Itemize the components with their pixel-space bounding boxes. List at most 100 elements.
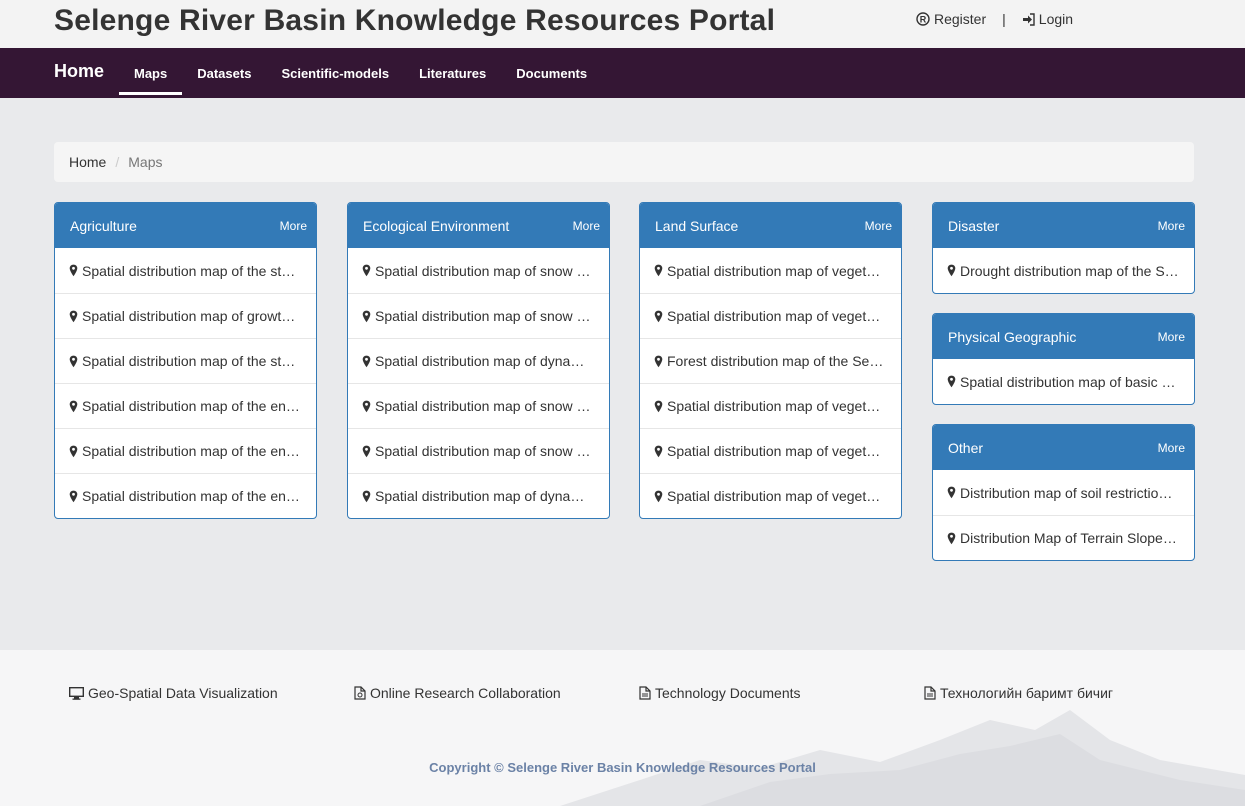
map-list-item[interactable]: Spatial distribution map of basic … — [933, 359, 1194, 404]
map-list-item[interactable]: Distribution map of soil restrictio… — [933, 470, 1194, 515]
nav-item-literatures[interactable]: Literatures — [404, 48, 501, 98]
map-list-item[interactable]: Spatial distribution map of the st… — [55, 248, 316, 293]
more-link[interactable]: More — [1158, 330, 1185, 344]
login-label: Login — [1038, 11, 1074, 27]
panel-list: Spatial distribution map of veget… Spatia… — [640, 248, 901, 518]
map-list-item[interactable]: Drought distribution map of the S… — [933, 248, 1194, 293]
map-marker-icon — [947, 532, 956, 545]
map-list-item[interactable]: Spatial distribution map of dyna… — [348, 473, 609, 518]
footer: Geo-Spatial Data Visualization Online Re… — [0, 650, 1245, 806]
breadcrumb-home[interactable]: Home — [69, 154, 106, 170]
map-list-item[interactable]: Spatial distribution map of the en… — [55, 473, 316, 518]
map-item-label: Spatial distribution map of the en… — [82, 398, 300, 414]
map-marker-icon — [947, 264, 956, 277]
map-item-label: Spatial distribution map of snow … — [375, 443, 591, 459]
footer-link-geo-spatial[interactable]: Geo-Spatial Data Visualization — [69, 685, 278, 701]
map-marker-icon — [69, 355, 78, 368]
footer-link-technology-documents-mn[interactable]: Технологийн баримт бичиг — [924, 685, 1113, 701]
map-marker-icon — [947, 375, 956, 388]
breadcrumb-current: Maps — [128, 154, 163, 170]
panel-title: Ecological Environment — [363, 217, 510, 234]
footer-link-label: Online Research Collaboration — [370, 685, 561, 701]
nav-home[interactable]: Home — [54, 61, 104, 82]
map-item-label: Spatial distribution map of dyna… — [375, 353, 585, 369]
map-list-item[interactable]: Spatial distribution map of snow … — [348, 383, 609, 428]
map-marker-icon — [654, 310, 663, 323]
map-list-item[interactable]: Spatial distribution map of the st… — [55, 338, 316, 383]
map-marker-icon — [362, 264, 371, 277]
nav-item-scientific-models[interactable]: Scientific-models — [266, 48, 404, 98]
map-marker-icon — [69, 490, 78, 503]
document-icon — [354, 686, 366, 700]
more-link[interactable]: More — [573, 219, 600, 233]
monitor-icon — [69, 686, 84, 700]
nav-item-maps[interactable]: Maps — [119, 48, 183, 98]
map-list-item[interactable]: Spatial distribution map of veget… — [640, 473, 901, 518]
panel-list: Spatial distribution map of the st… Spati… — [55, 248, 316, 518]
map-marker-icon — [69, 310, 78, 323]
panel-header: Agriculture More — [55, 203, 316, 248]
map-item-label: Spatial distribution map of the st… — [82, 353, 296, 369]
map-list-item[interactable]: Spatial distribution map of veget… — [640, 248, 901, 293]
map-list-item[interactable]: Forest distribution map of the Se… — [640, 338, 901, 383]
map-item-label: Spatial distribution map of veget… — [667, 398, 881, 414]
map-list-item[interactable]: Distribution Map of Terrain Slope… — [933, 515, 1194, 560]
panel-header: Physical Geographic More — [933, 314, 1194, 359]
map-item-label: Spatial distribution map of dyna… — [375, 488, 585, 504]
panel-title: Other — [948, 439, 984, 456]
map-item-label: Distribution Map of Terrain Slope… — [960, 530, 1177, 546]
panel-list: Spatial distribution map of snow … Spatia… — [348, 248, 609, 518]
more-link[interactable]: More — [1158, 441, 1185, 455]
register-label: Register — [934, 11, 987, 27]
map-list-item[interactable]: Spatial distribution map of dyna… — [348, 338, 609, 383]
registered-icon: R — [916, 12, 930, 26]
file-text-icon — [924, 686, 936, 700]
more-link[interactable]: More — [280, 219, 307, 233]
more-link[interactable]: More — [865, 219, 892, 233]
map-marker-icon — [654, 490, 663, 503]
map-marker-icon — [362, 490, 371, 503]
panel-list: Spatial distribution map of basic … — [933, 359, 1194, 404]
panel-land-surface: Land Surface More Spatial distribution m… — [639, 202, 902, 519]
map-item-label: Spatial distribution map of veget… — [667, 308, 881, 324]
panel-agriculture: Agriculture More Spatial distribution ma… — [54, 202, 317, 519]
map-list-item[interactable]: Spatial distribution map of snow … — [348, 428, 609, 473]
panel-header: Ecological Environment More — [348, 203, 609, 248]
footer-link-research-collaboration[interactable]: Online Research Collaboration — [354, 685, 561, 701]
map-marker-icon — [654, 400, 663, 413]
user-links: R Register | Login — [916, 11, 1073, 27]
login-link[interactable]: Login — [1022, 11, 1073, 27]
more-link[interactable]: More — [1158, 219, 1185, 233]
footer-link-label: Geo-Spatial Data Visualization — [88, 685, 278, 701]
login-icon — [1022, 12, 1035, 26]
map-item-label: Forest distribution map of the Se… — [667, 353, 884, 369]
register-link[interactable]: R Register — [916, 11, 986, 27]
panel-list: Distribution map of soil restrictio… Dist… — [933, 470, 1194, 560]
map-item-label: Spatial distribution map of the st… — [82, 262, 296, 279]
map-list-item[interactable]: Spatial distribution map of veget… — [640, 383, 901, 428]
map-list-item[interactable]: Spatial distribution map of the en… — [55, 428, 316, 473]
map-list-item[interactable]: Spatial distribution map of veget… — [640, 428, 901, 473]
map-marker-icon — [362, 310, 371, 323]
footer-link-label: Технологийн баримт бичиг — [940, 685, 1114, 701]
map-list-item[interactable]: Spatial distribution map of growt… — [55, 293, 316, 338]
map-list-item[interactable]: Spatial distribution map of snow … — [348, 248, 609, 293]
footer-link-technology-documents[interactable]: Technology Documents — [639, 685, 801, 701]
map-marker-icon — [654, 355, 663, 368]
map-marker-icon — [69, 445, 78, 458]
map-item-label: Spatial distribution map of snow … — [375, 308, 591, 324]
map-list-item[interactable]: Spatial distribution map of veget… — [640, 293, 901, 338]
panel-title: Physical Geographic — [948, 328, 1077, 345]
map-list-item[interactable]: Spatial distribution map of the en… — [55, 383, 316, 428]
map-marker-icon — [654, 445, 663, 458]
breadcrumb: Home / Maps — [54, 142, 1194, 182]
top-header: Selenge River Basin Knowledge Resources … — [0, 0, 1245, 48]
map-item-label: Spatial distribution map of snow … — [375, 398, 591, 414]
nav-item-datasets[interactable]: Datasets — [182, 48, 266, 98]
main-navbar: Home Maps Datasets Scientific-models Lit… — [0, 48, 1245, 98]
map-marker-icon — [947, 486, 956, 499]
map-item-label: Spatial distribution map of basic … — [960, 373, 1176, 390]
nav-item-documents[interactable]: Documents — [501, 48, 602, 98]
map-list-item[interactable]: Spatial distribution map of snow … — [348, 293, 609, 338]
map-marker-icon — [69, 264, 78, 277]
